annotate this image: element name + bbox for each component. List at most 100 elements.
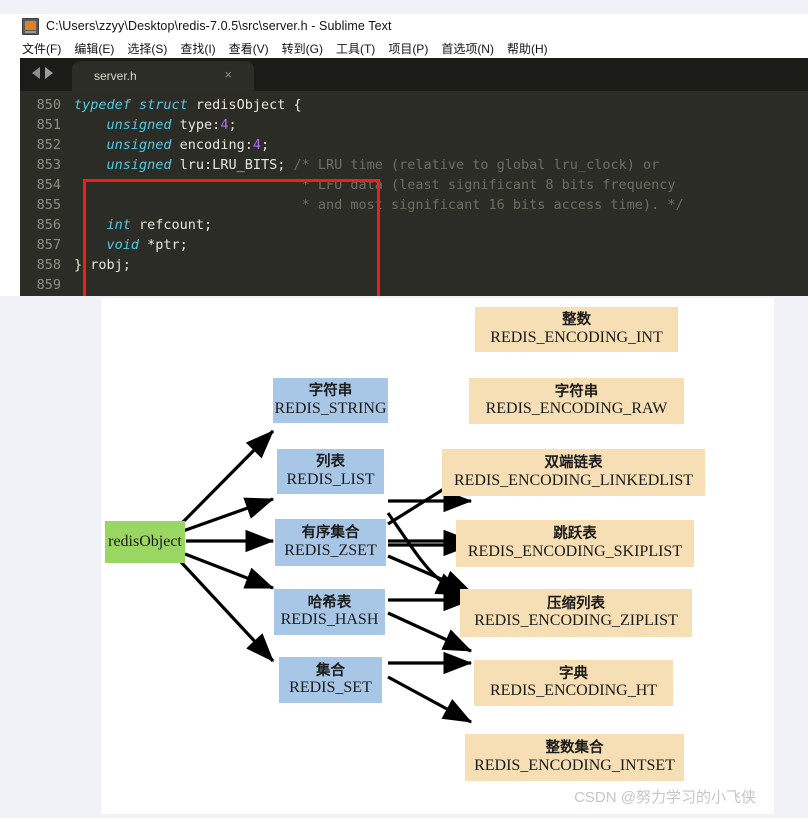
node-label-cn: 压缩列表: [547, 595, 605, 612]
code-line: [74, 275, 808, 295]
node-label-cn: 有序集合: [301, 525, 360, 542]
code-keyword: void: [106, 237, 140, 253]
menu-item-selection[interactable]: 选择(S): [127, 40, 167, 57]
menu-item-project[interactable]: 项目(P): [388, 40, 428, 57]
desktop-top-strip: [0, 0, 808, 14]
node-label-en: redisObject: [108, 533, 182, 551]
menu-item-help[interactable]: 帮助(H): [507, 40, 548, 57]
node-label-en: REDIS_STRING: [274, 399, 387, 417]
node-redis-string[interactable]: 字符串 REDIS_STRING: [273, 378, 388, 423]
code-line: void *ptr;: [74, 235, 808, 255]
code-line: * and most significant 16 bits access ti…: [74, 195, 808, 215]
code-line: } robj;: [74, 255, 808, 275]
node-encoding-raw[interactable]: 字符串 REDIS_ENCODING_RAW: [469, 378, 684, 424]
line-number: 854: [36, 177, 61, 193]
redis-object-encoding-diagram: redisObject 字符串 REDIS_STRING 列表 REDIS_LI…: [101, 298, 774, 814]
close-icon[interactable]: ×: [224, 68, 232, 81]
code-keyword: unsigned: [106, 137, 172, 153]
node-encoding-ziplist[interactable]: 压缩列表 REDIS_ENCODING_ZIPLIST: [460, 589, 692, 637]
code-text: } robj;: [74, 257, 131, 273]
back-arrow-icon[interactable]: [32, 67, 40, 79]
code-line: unsigned type:4;: [74, 115, 808, 135]
tab-bar: server.h ×: [20, 58, 808, 91]
code-keyword: unsigned: [106, 117, 172, 133]
window-title-bar: C:\Users\zzyy\Desktop\redis-7.0.5\src\se…: [0, 14, 808, 38]
line-number: 858: [36, 257, 61, 273]
node-redis-zset[interactable]: 有序集合 REDIS_ZSET: [275, 519, 386, 566]
code-keyword: int: [106, 217, 131, 233]
line-number-gutter: 850 851 852 853 854 855 856 857 858 859: [20, 91, 67, 296]
node-label-cn: 字符串: [308, 383, 353, 400]
menu-item-goto[interactable]: 转到(G): [282, 40, 323, 57]
node-label-cn: 双端链表: [544, 455, 603, 472]
line-number: 857: [36, 237, 61, 253]
tab-label: server.h: [94, 69, 137, 83]
node-encoding-intset[interactable]: 整数集合 REDIS_ENCODING_INTSET: [465, 734, 684, 781]
line-number: 851: [36, 117, 61, 133]
line-number: 856: [36, 217, 61, 233]
node-label-en: REDIS_ENCODING_INT: [490, 328, 663, 346]
node-redis-list[interactable]: 列表 REDIS_LIST: [277, 449, 384, 494]
node-label-cn: 整数集合: [545, 740, 604, 757]
menu-item-preferences[interactable]: 首选项(N): [441, 40, 494, 57]
line-number: 853: [36, 157, 61, 173]
code-comment: * and most significant 16 bits access ti…: [74, 197, 684, 213]
node-redisobject[interactable]: redisObject: [105, 521, 185, 563]
menu-item-view[interactable]: 查看(V): [229, 40, 269, 57]
code-keyword: unsigned: [106, 157, 172, 173]
code-text: redisObject {: [187, 97, 302, 113]
node-label-cn: 列表: [316, 454, 345, 471]
node-label-cn: 字典: [559, 665, 588, 682]
sublime-text-window: C:\Users\zzyy\Desktop\redis-7.0.5\src\se…: [0, 0, 808, 377]
node-redis-set[interactable]: 集合 REDIS_SET: [279, 657, 382, 703]
forward-arrow-icon[interactable]: [45, 67, 53, 79]
editor-shell: server.h × 850 851 852 853 854 855 856 8…: [20, 58, 808, 377]
node-label-en: REDIS_SET: [289, 679, 372, 697]
node-label-en: REDIS_HASH: [280, 611, 379, 629]
node-label-cn: 整数: [562, 312, 591, 329]
node-redis-hash[interactable]: 哈希表 REDIS_HASH: [274, 589, 385, 635]
node-encoding-skiplist[interactable]: 跳跃表 REDIS_ENCODING_SKIPLIST: [456, 520, 694, 567]
editor-body[interactable]: 850 851 852 853 854 855 856 857 858 859 …: [20, 91, 808, 377]
node-encoding-ht[interactable]: 字典 REDIS_ENCODING_HT: [474, 660, 673, 706]
node-encoding-linkedlist[interactable]: 双端链表 REDIS_ENCODING_LINKEDLIST: [442, 449, 705, 496]
sublime-text-icon: [22, 17, 39, 35]
code-area[interactable]: typedef struct redisObject { unsigned ty…: [74, 91, 808, 296]
node-label-cn: 集合: [316, 662, 345, 679]
code-comment: /* LRU time (relative to global lru_cloc…: [293, 157, 660, 173]
node-label-en: REDIS_ENCODING_SKIPLIST: [467, 542, 683, 560]
node-label-en: REDIS_ENCODING_INTSET: [474, 756, 675, 774]
menu-item-find[interactable]: 查找(I): [180, 40, 215, 57]
tab-nav-arrows[interactable]: [32, 67, 53, 79]
menu-item-edit[interactable]: 编辑(E): [74, 40, 114, 57]
code-text: refcount;: [130, 217, 213, 233]
menu-bar: 文件(F) 编辑(E) 选择(S) 查找(I) 查看(V) 转到(G) 工具(T…: [0, 38, 808, 58]
window-title: C:\Users\zzyy\Desktop\redis-7.0.5\src\se…: [46, 19, 392, 33]
node-label-en: REDIS_ENCODING_RAW: [485, 400, 668, 418]
menu-item-file[interactable]: 文件(F): [22, 40, 61, 57]
code-text: lru:LRU_BITS;: [171, 157, 294, 173]
code-line: unsigned lru:LRU_BITS; /* LRU time (rela…: [74, 155, 808, 175]
tab-server-h[interactable]: server.h ×: [72, 61, 254, 91]
code-text: encoding:: [171, 137, 253, 153]
code-line: int refcount;: [74, 215, 808, 235]
node-encoding-int[interactable]: 整数 REDIS_ENCODING_INT: [475, 307, 678, 352]
watermark: CSDN @努力学习的小飞侠: [574, 789, 756, 806]
line-number: 855: [36, 197, 61, 213]
code-line: * LFU data (least significant 8 bits fre…: [74, 175, 808, 195]
node-label-en: REDIS_ENCODING_HT: [489, 682, 658, 700]
node-label-en: REDIS_LIST: [286, 470, 375, 488]
line-number: 850: [36, 97, 61, 113]
code-comment: * LFU data (least significant 8 bits fre…: [74, 177, 676, 193]
node-label-en: REDIS_ENCODING_ZIPLIST: [474, 612, 678, 630]
menu-item-tools[interactable]: 工具(T): [336, 40, 375, 57]
code-line: typedef struct redisObject {: [74, 95, 808, 115]
code-text: *ptr;: [139, 237, 188, 253]
node-label-cn: 跳跃表: [553, 526, 597, 543]
code-text: type:: [171, 117, 221, 133]
node-label-en: REDIS_ENCODING_LINKEDLIST: [453, 471, 694, 489]
